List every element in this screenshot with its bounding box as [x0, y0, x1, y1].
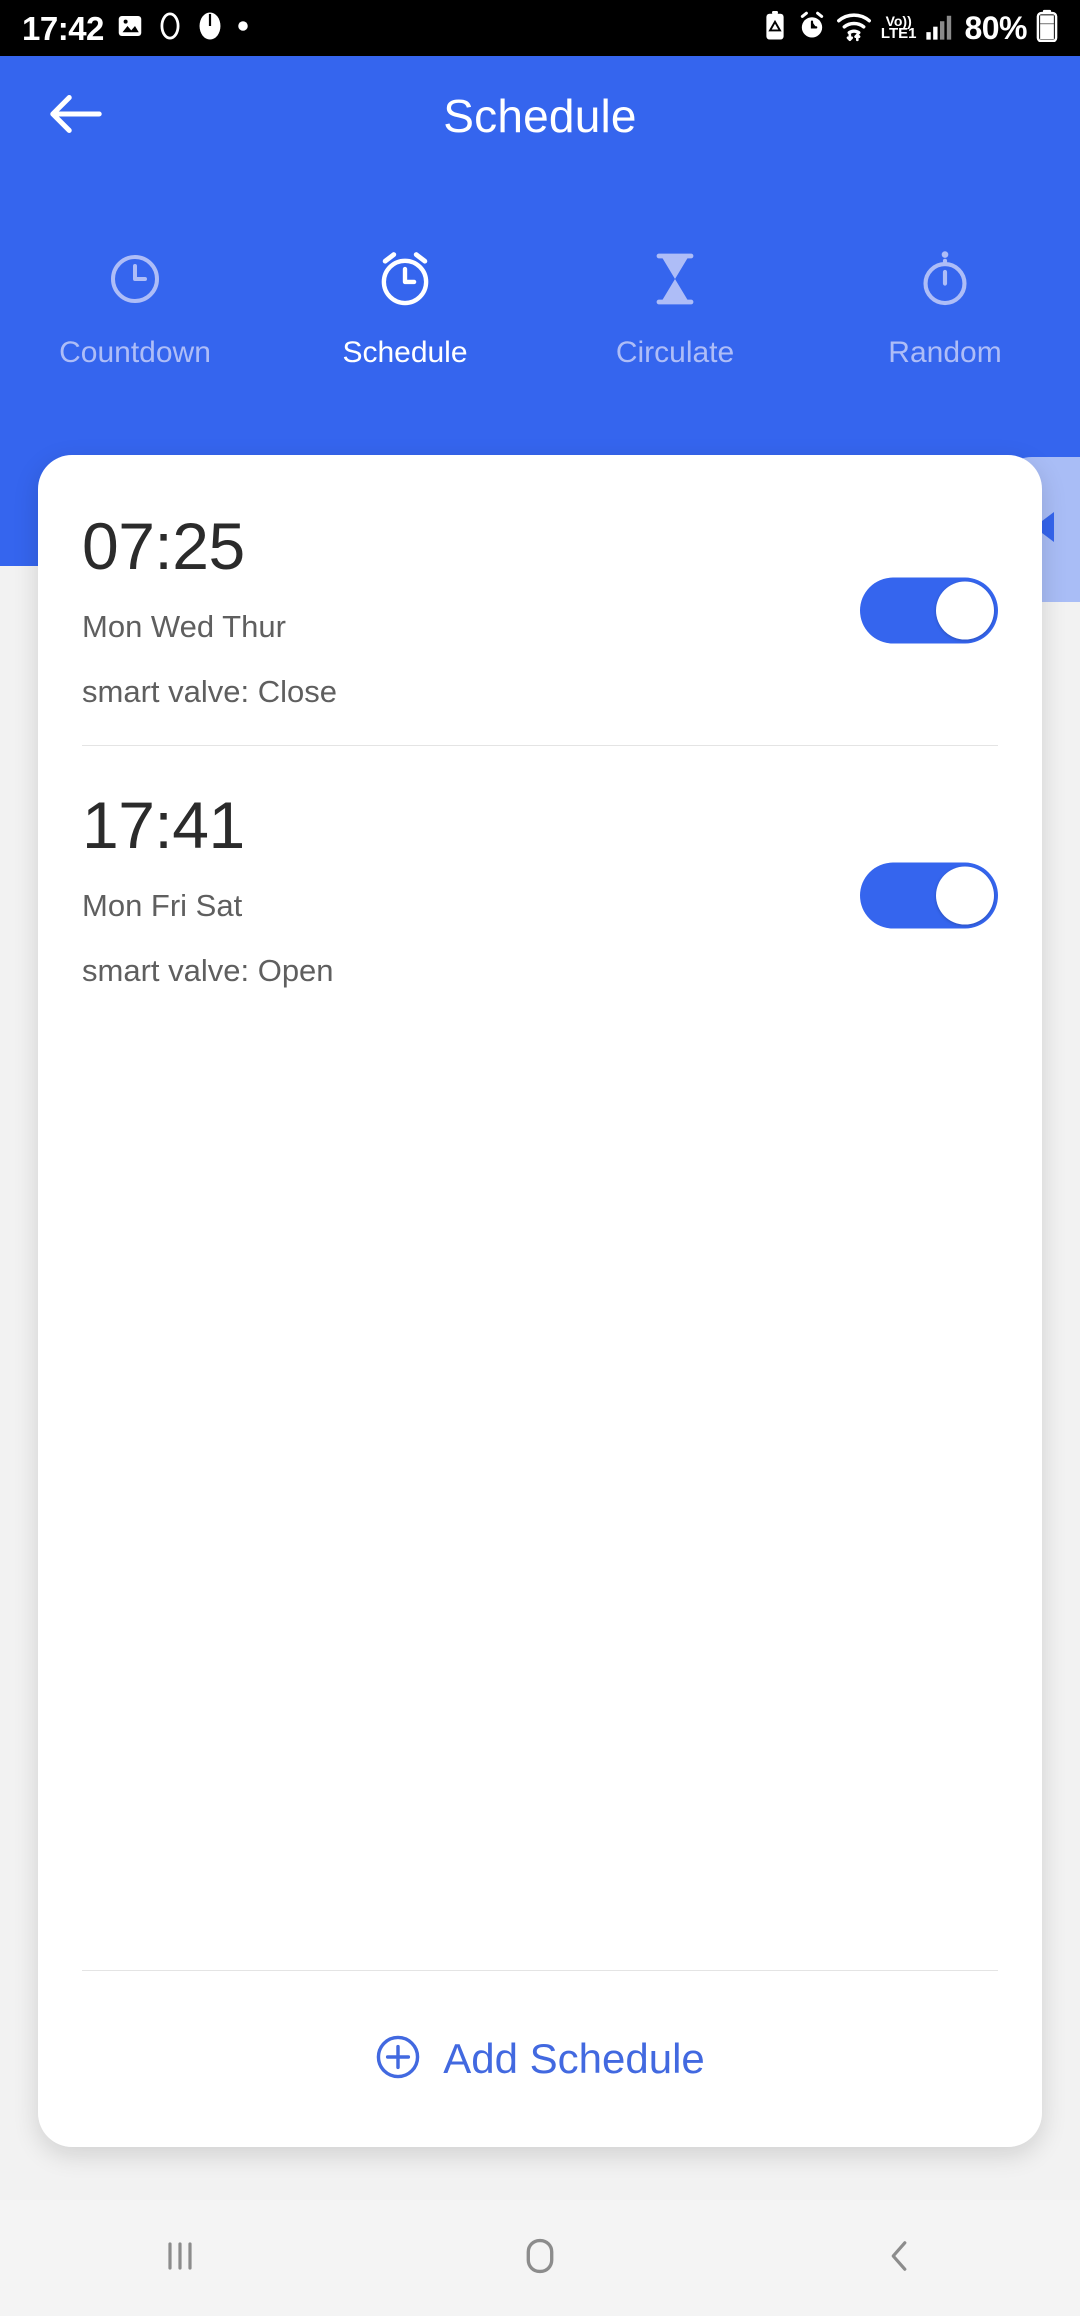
- battery-percentage: 80%: [964, 10, 1027, 46]
- add-schedule-button[interactable]: Add Schedule: [38, 1971, 1042, 2147]
- battery-saver-icon: [762, 10, 788, 47]
- back-button-nav[interactable]: [720, 2234, 1080, 2283]
- tab-random[interactable]: Random: [810, 236, 1080, 368]
- tab-countdown[interactable]: Countdown: [0, 236, 270, 368]
- volte-lte-icon: Vo)) LTE1: [880, 13, 917, 42]
- image-icon: [115, 11, 145, 46]
- battery-icon: [1036, 9, 1058, 47]
- tab-circulate-label: Circulate: [615, 336, 735, 369]
- tab-schedule-label: Schedule: [342, 336, 468, 369]
- schedule-item[interactable]: 17:41 Mon Fri Sat smart valve: Open: [38, 746, 1042, 1024]
- phone-screen: 17:42 Vo)) LTE1 80% Schedule Countdown S…: [0, 0, 1080, 2316]
- status-bar: 17:42 Vo)) LTE1 80%: [0, 0, 1080, 56]
- schedule-item[interactable]: 07:25 Mon Wed Thur smart valve: Close: [38, 455, 1042, 745]
- schedule-list: 07:25 Mon Wed Thur smart valve: Close 17…: [38, 455, 1042, 1024]
- add-schedule-section: Add Schedule: [38, 1970, 1042, 2147]
- recents-icon: [158, 2234, 202, 2283]
- toggle-knob: [936, 866, 994, 925]
- tab-random-label: Random: [888, 336, 1002, 369]
- clock-icon: [107, 246, 163, 312]
- schedule-toggle[interactable]: [860, 577, 998, 644]
- back-chevron-icon: [878, 2234, 922, 2283]
- tab-circulate[interactable]: Circulate: [540, 236, 810, 368]
- alarm-clock-icon: [376, 246, 434, 312]
- schedule-action: smart valve: Open: [82, 953, 334, 988]
- status-bar-right: Vo)) LTE1 80%: [762, 9, 1058, 47]
- dot-icon: [236, 19, 250, 38]
- app-bar: Schedule: [0, 56, 1080, 176]
- tab-countdown-label: Countdown: [59, 336, 211, 369]
- schedule-card: 07:25 Mon Wed Thur smart valve: Close 17…: [38, 455, 1042, 2147]
- plus-circle-icon: [375, 2034, 421, 2085]
- wifi-icon: [836, 10, 872, 47]
- schedule-time: 17:41: [82, 788, 245, 862]
- status-bar-clock: 17:42: [22, 9, 104, 47]
- page-title: Schedule: [443, 90, 637, 142]
- stopwatch-icon: [918, 246, 972, 312]
- home-button[interactable]: [360, 2233, 720, 2284]
- circle-outline-icon: [156, 11, 184, 46]
- alarm-icon: [797, 10, 827, 46]
- schedule-action: smart valve: Close: [82, 674, 337, 709]
- system-nav-bar: [0, 2200, 1080, 2316]
- tab-bar: Countdown Schedule Circulate Random: [0, 236, 1080, 368]
- hourglass-icon: [648, 246, 702, 312]
- tab-schedule[interactable]: Schedule: [270, 236, 540, 368]
- recents-button[interactable]: [0, 2234, 360, 2283]
- add-schedule-label: Add Schedule: [443, 2035, 705, 2082]
- status-bar-left: 17:42: [22, 10, 250, 47]
- signal-bars-icon: [925, 11, 955, 46]
- home-icon: [517, 2233, 563, 2284]
- compass-icon: [195, 10, 225, 47]
- toggle-knob: [936, 581, 994, 640]
- schedule-toggle[interactable]: [860, 862, 998, 929]
- schedule-time: 07:25: [82, 509, 245, 583]
